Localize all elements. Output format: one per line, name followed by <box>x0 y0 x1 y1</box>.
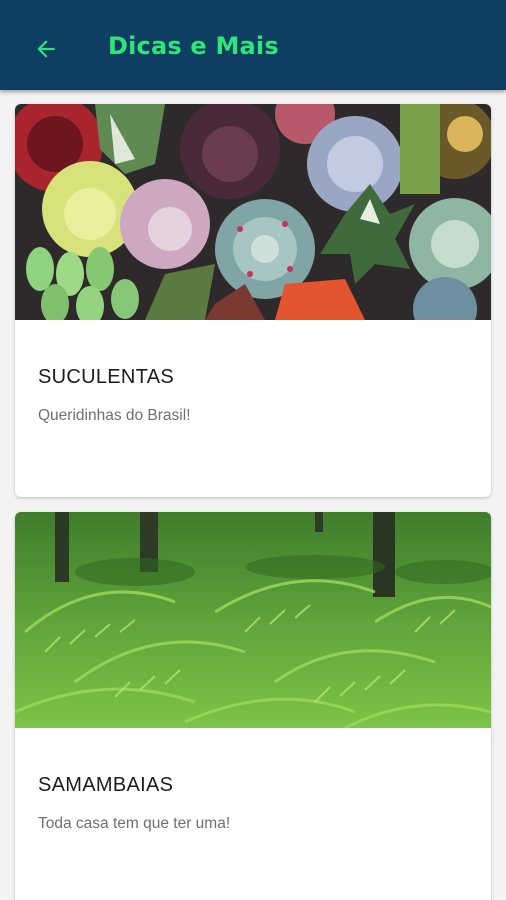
card-title: SAMAMBAIAS <box>38 774 174 796</box>
app-bar: Dicas e Mais <box>0 0 506 90</box>
succulents-image <box>15 104 491 320</box>
card-list: SUCULENTAS Queridinhas do Brasil! SAMAMB… <box>0 90 506 900</box>
card-subtitle: Toda casa tem que ter uma! <box>38 815 231 832</box>
card-suculentas[interactable]: SUCULENTAS Queridinhas do Brasil! <box>15 104 491 497</box>
card-title: SUCULENTAS <box>38 366 174 388</box>
card-samambaias[interactable]: SAMAMBAIAS Toda casa tem que ter uma! <box>15 512 491 900</box>
page-title: Dicas e Mais <box>108 32 279 60</box>
back-button[interactable] <box>28 31 64 67</box>
card-subtitle: Queridinhas do Brasil! <box>38 407 191 424</box>
ferns-image <box>15 512 491 728</box>
arrow-left-icon <box>37 40 55 58</box>
